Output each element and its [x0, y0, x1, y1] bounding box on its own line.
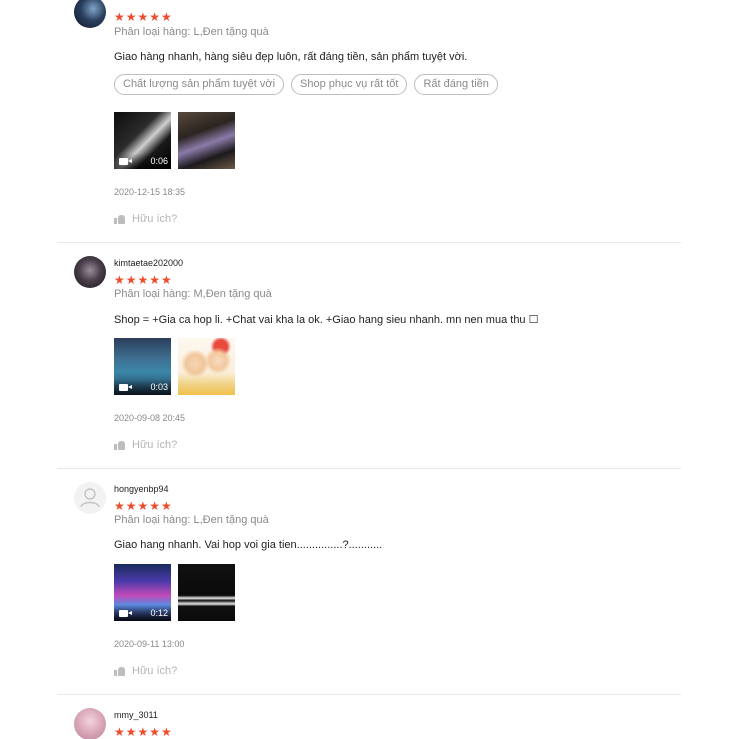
avatar[interactable] — [74, 0, 106, 28]
review-date: 2020-09-08 20:45 — [114, 413, 186, 423]
review-tag: Chất lượng sản phẩm tuyệt vời — [114, 74, 285, 95]
review-media: 0:06 — [114, 112, 235, 169]
video-duration: 0:06 — [150, 156, 168, 166]
helpful-label: Hữu ích? — [132, 665, 178, 677]
helpful-button[interactable]: Hữu ích? — [114, 665, 177, 677]
rating-stars: ★★★★★ — [114, 725, 173, 739]
helpful-button[interactable]: Hữu ích? — [114, 213, 177, 225]
image-thumbnail[interactable] — [178, 338, 235, 395]
variant-label: Phân loại hàng: M,Đen tặng quà — [114, 288, 272, 300]
video-thumbnail[interactable]: 0:06 — [114, 112, 171, 169]
review-divider — [57, 694, 681, 695]
video-duration: 0:12 — [150, 608, 168, 618]
video-thumbnail[interactable]: 0:12 — [114, 564, 171, 621]
review-media: 0:03 — [114, 338, 235, 395]
video-duration: 0:03 — [150, 382, 168, 392]
review-date: 2020-12-15 18:35 — [114, 187, 186, 197]
review-date: 2020-09-11 13:00 — [114, 639, 185, 649]
review-tag: Rất đáng tiền — [414, 74, 498, 95]
avatar[interactable] — [74, 708, 106, 739]
helpful-label: Hữu ích? — [132, 213, 178, 225]
review-divider — [57, 242, 681, 243]
video-camera-icon — [119, 610, 132, 617]
review-media: 0:12 — [114, 564, 235, 621]
review-comment: Giao hang nhanh. Vai hop voi gia tien...… — [114, 539, 383, 551]
review-list: ★★★★★ Phân loại hàng: L,Đen tặng quà Gia… — [57, 0, 681, 739]
image-thumbnail[interactable] — [178, 112, 235, 169]
thumbs-up-icon — [114, 214, 125, 224]
review-comment: Giao hàng nhanh, hàng siêu đẹp luôn, rất… — [114, 51, 468, 63]
image-thumbnail[interactable] — [178, 564, 235, 621]
review-username[interactable]: hongyenbp94 — [114, 484, 169, 494]
rating-stars: ★★★★★ — [114, 273, 173, 287]
video-camera-icon — [119, 158, 132, 165]
thumbs-up-icon — [114, 666, 125, 676]
video-camera-icon — [119, 384, 132, 391]
helpful-button[interactable]: Hữu ích? — [114, 439, 177, 451]
variant-label: Phân loại hàng: L,Đen tặng quà — [114, 514, 269, 526]
review-divider — [57, 468, 681, 469]
rating-stars: ★★★★★ — [114, 10, 173, 24]
video-thumbnail[interactable]: 0:03 — [114, 338, 171, 395]
review-tags: Chất lượng sản phẩm tuyệt vời Shop phục … — [114, 74, 498, 95]
variant-label: Phân loại hàng: L,Đen tặng quà — [114, 26, 269, 38]
helpful-label: Hữu ích? — [132, 439, 178, 451]
review-comment: Shop = +Gia ca hop li. +Chat vai kha la … — [114, 314, 539, 326]
avatar[interactable] — [74, 256, 106, 288]
review-username[interactable]: mmy_3011 — [114, 710, 158, 720]
review-username[interactable]: kimtaetae202000 — [114, 258, 183, 268]
rating-stars: ★★★★★ — [114, 499, 173, 513]
thumbs-up-icon — [114, 440, 125, 450]
review-tag: Shop phục vụ rất tốt — [291, 74, 408, 95]
avatar[interactable] — [74, 482, 106, 514]
default-avatar-icon — [80, 488, 100, 508]
